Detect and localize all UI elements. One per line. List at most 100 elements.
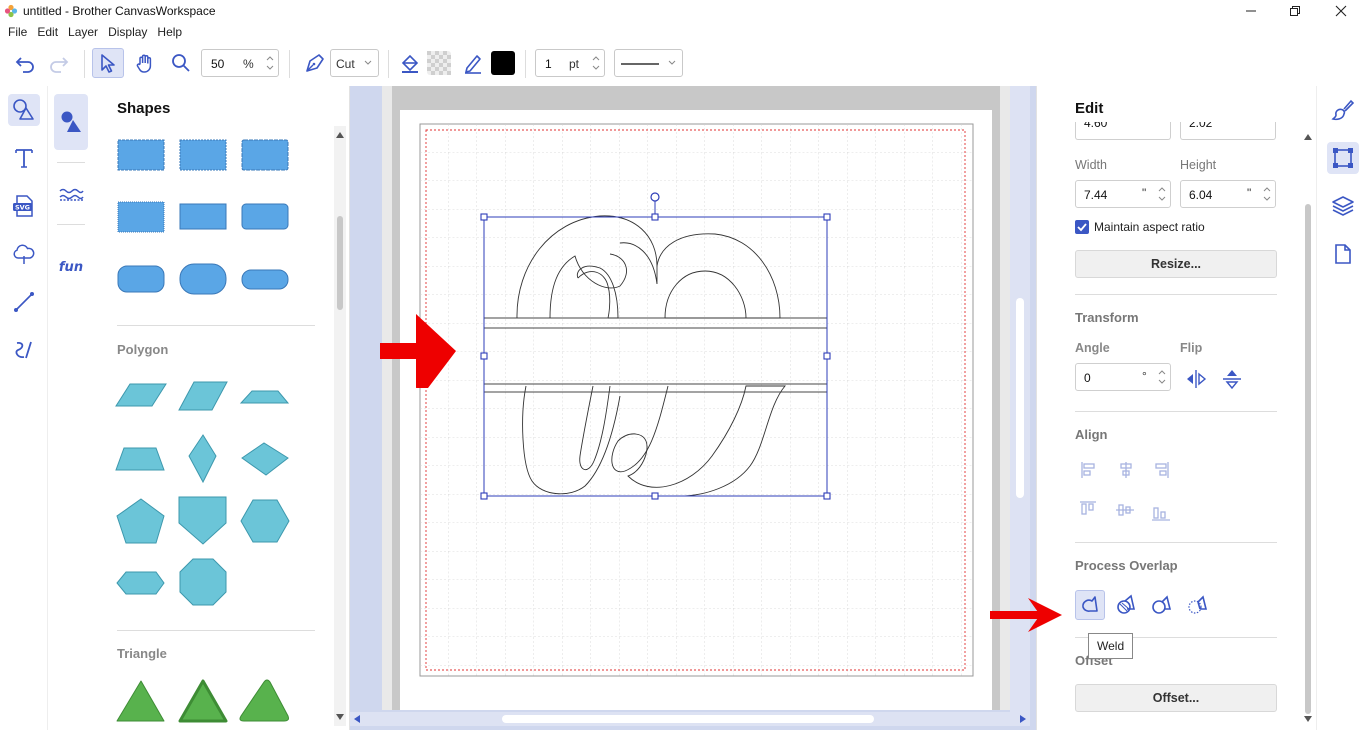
align-top-icon[interactable]	[1080, 501, 1096, 515]
scroll-up-icon[interactable]	[1304, 134, 1312, 140]
group-overlap-button[interactable]	[1112, 591, 1140, 619]
zoom-tool-button[interactable]	[165, 48, 197, 78]
svg-import-button[interactable]: SVG	[8, 190, 40, 222]
width-input[interactable]: 7.44 "	[1075, 180, 1171, 208]
minimize-button[interactable]	[1228, 0, 1274, 22]
resize-handle-w[interactable]	[480, 352, 488, 360]
edit-scroll-thumb[interactable]	[1305, 204, 1311, 714]
shape-triangle[interactable]	[116, 680, 165, 722]
shape-shield-pentagon[interactable]	[178, 496, 227, 545]
line-tool-button[interactable]	[8, 286, 40, 318]
scroll-right-icon[interactable]	[1020, 715, 1026, 723]
shape-trapezoid[interactable]	[115, 447, 165, 471]
align-left-icon[interactable]	[1081, 462, 1095, 478]
resize-handle-se[interactable]	[823, 492, 831, 500]
scroll-down-icon[interactable]	[336, 714, 344, 720]
angle-input[interactable]: 0 °	[1075, 363, 1171, 391]
resize-handle-n[interactable]	[651, 213, 659, 221]
resize-handle-ne[interactable]	[823, 213, 831, 221]
canvas-hscroll-thumb[interactable]	[502, 715, 874, 723]
intersect-overlap-button[interactable]	[1184, 591, 1212, 619]
trace-category-button[interactable]	[8, 238, 40, 270]
spinner-arrows-icon[interactable]	[590, 52, 602, 74]
x-position-input[interactable]: 4.60	[1075, 122, 1171, 140]
resize-handle-s[interactable]	[651, 492, 659, 500]
basic-shapes-tab[interactable]	[54, 94, 88, 150]
y-position-input[interactable]: 2.02	[1180, 122, 1276, 140]
flip-horizontal-button[interactable]	[1182, 365, 1210, 393]
undo-button[interactable]	[10, 48, 40, 78]
scroll-down-icon[interactable]	[1304, 716, 1312, 722]
shape-scallop-rect[interactable]	[241, 139, 289, 171]
shape-parallelogram[interactable]	[115, 383, 167, 407]
resize-handle-e[interactable]	[823, 352, 831, 360]
offset-button[interactable]: Offset...	[1075, 684, 1277, 712]
resize-handle-sw[interactable]	[480, 492, 488, 500]
shape-hexagon-flat[interactable]	[116, 571, 165, 595]
spinner-arrows-icon[interactable]	[1262, 184, 1272, 204]
scroll-up-icon[interactable]	[336, 132, 344, 138]
align-center-horizontal-icon[interactable]	[1120, 462, 1132, 478]
spinner-arrows-icon[interactable]	[1157, 367, 1167, 387]
shape-hexagon[interactable]	[240, 499, 290, 543]
spinner-arrows-icon[interactable]	[264, 52, 276, 74]
shape-octagon[interactable]	[179, 558, 227, 606]
shape-parallelogram-tall[interactable]	[178, 381, 228, 411]
align-center-vertical-icon[interactable]	[1116, 504, 1134, 516]
spinner-arrows-icon[interactable]	[1157, 184, 1167, 204]
shape-kite[interactable]	[188, 434, 217, 484]
subtract-overlap-button[interactable]	[1148, 591, 1176, 619]
align-right-icon[interactable]	[1155, 462, 1169, 478]
pen-tool-button[interactable]	[298, 48, 332, 78]
zoom-input[interactable]: 50 %	[201, 49, 279, 77]
shape-rectangle[interactable]	[179, 203, 227, 230]
shape-dotted-rect[interactable]	[117, 201, 165, 233]
restore-button[interactable]	[1272, 0, 1318, 22]
fun-shapes-tab[interactable]: fun	[54, 246, 88, 286]
scroll-left-icon[interactable]	[354, 715, 360, 723]
close-window-button[interactable]	[1318, 0, 1364, 22]
shape-stamp-rect[interactable]	[117, 139, 165, 171]
menu-file[interactable]: File	[0, 22, 27, 42]
line-style-dropdown[interactable]	[614, 49, 683, 77]
shape-triangle-rounded[interactable]	[178, 679, 228, 723]
shape-trapezoid-flat[interactable]	[239, 390, 290, 404]
align-bottom-icon[interactable]	[1152, 507, 1170, 521]
shape-stadium[interactable]	[179, 263, 227, 295]
design-canvas[interactable]	[350, 86, 1036, 730]
page-tab[interactable]	[1327, 238, 1359, 270]
shape-triangle-soft[interactable]	[239, 679, 289, 722]
layers-tab[interactable]	[1327, 190, 1359, 222]
text-category-button[interactable]	[8, 142, 40, 174]
flip-vertical-button[interactable]	[1218, 365, 1246, 393]
edit-tab[interactable]	[1327, 142, 1359, 174]
edit-panel-scrollbar[interactable]	[1302, 126, 1314, 726]
canvas-area[interactable]	[350, 86, 1036, 730]
fill-color-swatch[interactable]	[426, 48, 452, 78]
shape-pill[interactable]	[241, 269, 289, 290]
shapes-scrollbar[interactable]	[334, 126, 346, 726]
menu-layer[interactable]: Layer	[60, 22, 98, 42]
canvas-hscroll[interactable]	[350, 712, 1030, 726]
decorative-shapes-tab[interactable]	[54, 174, 88, 214]
menu-help[interactable]: Help	[149, 22, 182, 42]
resize-handle-nw[interactable]	[480, 213, 488, 221]
shapes-category-button[interactable]	[8, 94, 40, 126]
select-tool-button[interactable]	[92, 48, 124, 78]
menu-edit[interactable]: Edit	[29, 22, 58, 42]
shapes-scroll-thumb[interactable]	[337, 216, 343, 310]
weld-button[interactable]	[1075, 590, 1105, 620]
stroke-tool-button[interactable]	[458, 48, 488, 78]
rotate-handle[interactable]	[650, 192, 660, 202]
menu-display[interactable]: Display	[100, 22, 147, 42]
brush-tab[interactable]	[1327, 94, 1359, 126]
redo-button[interactable]	[44, 48, 74, 78]
shape-diamond-wide[interactable]	[241, 442, 289, 476]
shape-rounded-rect-large[interactable]	[117, 265, 165, 293]
shape-pentagon[interactable]	[116, 498, 165, 544]
mode-dropdown[interactable]: Cut	[330, 49, 379, 77]
resize-button[interactable]: Resize...	[1075, 250, 1277, 278]
hand-tool-button[interactable]	[129, 48, 161, 78]
line-width-input[interactable]: 1 pt	[535, 49, 605, 77]
maintain-aspect-checkbox[interactable]	[1075, 220, 1089, 234]
